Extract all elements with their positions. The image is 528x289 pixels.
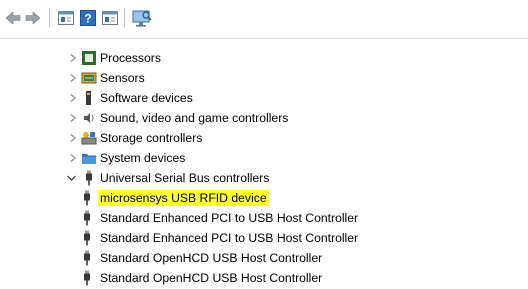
usb-plug-icon bbox=[81, 170, 97, 186]
chevron-right-icon[interactable] bbox=[68, 68, 78, 88]
tree-item-sensors[interactable]: Sensors bbox=[0, 68, 528, 88]
chevron-right-icon[interactable] bbox=[68, 48, 78, 68]
system-folder-icon bbox=[81, 150, 97, 166]
usb-plug-icon bbox=[79, 250, 95, 266]
chevron-down-icon[interactable] bbox=[66, 168, 76, 188]
tree-item-sound-video-game[interactable]: Sound, video and game controllers bbox=[0, 108, 528, 128]
tree-item-label: Storage controllers bbox=[100, 131, 203, 145]
chevron-right-icon[interactable] bbox=[68, 148, 78, 168]
usb-device-item[interactable]: Standard OpenHCD USB Host Controller bbox=[0, 248, 528, 268]
tree-item-label: Software devices bbox=[100, 91, 193, 105]
usb-device-label: Standard OpenHCD USB Host Controller bbox=[100, 251, 323, 265]
help-icon[interactable]: ? bbox=[79, 7, 97, 29]
chevron-right-icon[interactable] bbox=[68, 108, 78, 128]
tree-item-label: Sensors bbox=[100, 71, 145, 85]
tree-item-label: Processors bbox=[100, 51, 161, 65]
tree-item-processors[interactable]: Processors bbox=[0, 48, 528, 68]
toolbar: ? bbox=[0, 0, 528, 38]
back-arrow-icon[interactable] bbox=[4, 7, 22, 29]
tree-item-software-devices[interactable]: Software devices bbox=[0, 88, 528, 108]
update-driver-icon[interactable] bbox=[101, 7, 119, 29]
usb-device-item[interactable]: Standard Enhanced PCI to USB Host Contro… bbox=[0, 228, 528, 248]
tree-item-system-devices[interactable]: System devices bbox=[0, 148, 528, 168]
software-device-icon bbox=[81, 90, 97, 106]
scan-hardware-icon[interactable] bbox=[131, 7, 153, 29]
toolbar-separator bbox=[49, 8, 50, 28]
toolbar-divider bbox=[0, 38, 528, 39]
usb-device-label: Standard Enhanced PCI to USB Host Contro… bbox=[100, 211, 359, 225]
tree-item-storage-controllers[interactable]: Storage controllers bbox=[0, 128, 528, 148]
storage-controller-icon bbox=[81, 130, 97, 146]
usb-plug-icon bbox=[79, 210, 95, 226]
usb-device-label-highlighted: microsensys USB RFID device bbox=[98, 190, 269, 206]
speaker-icon bbox=[81, 110, 97, 126]
usb-plug-icon bbox=[79, 230, 95, 246]
tree-item-label: System devices bbox=[100, 151, 186, 165]
sensor-icon bbox=[81, 70, 97, 86]
usb-device-item[interactable]: Standard OpenHCD USB Host Controller bbox=[0, 268, 528, 288]
usb-device-item[interactable]: Standard Enhanced PCI to USB Host Contro… bbox=[0, 208, 528, 228]
tree-item-label: Sound, video and game controllers bbox=[100, 111, 289, 125]
toolbar-separator bbox=[124, 8, 125, 28]
chevron-right-icon[interactable] bbox=[68, 128, 78, 148]
usb-plug-icon bbox=[79, 270, 95, 286]
forward-arrow-icon[interactable] bbox=[24, 7, 42, 29]
usb-device-label: Standard Enhanced PCI to USB Host Contro… bbox=[100, 231, 359, 245]
properties-icon[interactable] bbox=[57, 7, 75, 29]
usb-plug-icon bbox=[79, 190, 95, 206]
tree-item-usb-controllers[interactable]: Universal Serial Bus controllers bbox=[0, 168, 528, 188]
processor-icon bbox=[81, 50, 97, 66]
usb-device-label: Standard OpenHCD USB Host Controller bbox=[100, 271, 323, 285]
tree-item-label: Universal Serial Bus controllers bbox=[100, 171, 270, 185]
svg-text:?: ? bbox=[84, 12, 91, 26]
chevron-right-icon[interactable] bbox=[68, 88, 78, 108]
usb-device-item[interactable]: microsensys USB RFID device bbox=[0, 188, 528, 208]
